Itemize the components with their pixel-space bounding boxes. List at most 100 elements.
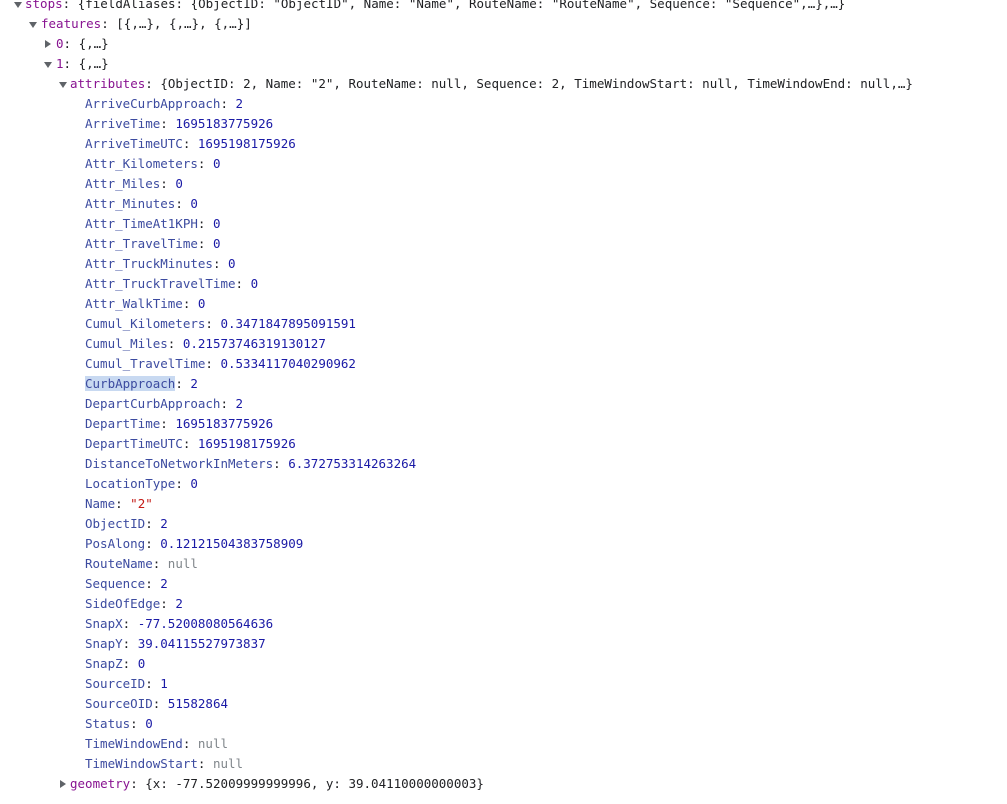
row-content: DepartTimeUTC: 1695198175926 — [85, 436, 296, 451]
property-row[interactable]: Status: 0 — [0, 714, 1007, 734]
row-content: TimeWindowStart: null — [85, 756, 244, 771]
property-row[interactable]: Cumul_Kilometers: 0.3471847895091591 — [0, 314, 1007, 334]
property-key: TimeWindowStart — [85, 756, 198, 771]
property-key: LocationType — [85, 476, 176, 491]
property-value: 2 — [190, 376, 198, 391]
row-content: SnapX: -77.52008080564636 — [85, 616, 274, 631]
property-row[interactable]: ObjectID: 2 — [0, 514, 1007, 534]
row-content: DistanceToNetworkInMeters: 6.37275331426… — [85, 456, 417, 471]
property-key: DepartCurbApproach — [85, 396, 221, 411]
property-row[interactable]: ArriveCurbApproach: 2 — [0, 94, 1007, 114]
property-value: 0.12121504383758909 — [160, 536, 304, 551]
row-content: 0: {,…} — [56, 36, 109, 51]
property-row[interactable]: DistanceToNetworkInMeters: 6.37275331426… — [0, 454, 1007, 474]
property-row[interactable]: ArriveTime: 1695183775926 — [0, 114, 1007, 134]
property-row[interactable]: CurbApproach: 2 — [0, 374, 1007, 394]
property-row[interactable]: Attr_TruckMinutes: 0 — [0, 254, 1007, 274]
property-value: 0 — [137, 656, 146, 671]
property-row[interactable]: SnapX: -77.52008080564636 — [0, 614, 1007, 634]
object-preview: {,…} — [78, 56, 109, 71]
property-row[interactable]: Attr_Miles: 0 — [0, 174, 1007, 194]
property-value: 1695198175926 — [197, 136, 296, 151]
expanded-triangle-icon[interactable] — [27, 14, 39, 34]
collapsed-triangle-icon[interactable] — [57, 774, 69, 794]
property-value: 2 — [235, 396, 244, 411]
property-row[interactable]: Cumul_TravelTime: 0.5334117040290962 — [0, 354, 1007, 374]
property-value: 1695198175926 — [197, 436, 296, 451]
expandable-row[interactable]: stops: {fieldAliases: {ObjectID: "Object… — [0, 0, 1007, 14]
row-content: geometry: {x: -77.52009999999996, y: 39.… — [70, 776, 484, 791]
property-value: 0 — [145, 716, 153, 731]
object-preview: {x: -77.52009999999996, y: 39.0411000000… — [145, 776, 484, 791]
property-row[interactable]: SnapZ: 0 — [0, 654, 1007, 674]
property-row[interactable]: SnapY: 39.04115527973837 — [0, 634, 1007, 654]
property-row[interactable]: SourceID: 1 — [0, 674, 1007, 694]
row-content: ArriveTime: 1695183775926 — [85, 116, 274, 131]
expandable-row[interactable]: attributes: {ObjectID: 2, Name: "2", Rou… — [0, 74, 1007, 94]
property-row[interactable]: Name: "2" — [0, 494, 1007, 514]
property-row[interactable]: TimeWindowStart: null — [0, 754, 1007, 774]
expanded-triangle-icon[interactable] — [42, 54, 54, 74]
property-row[interactable]: LocationType: 0 — [0, 474, 1007, 494]
property-key: attributes — [70, 76, 146, 91]
property-key: Attr_TimeAt1KPH — [85, 216, 198, 231]
property-key: SnapY — [85, 636, 123, 651]
property-value: 2 — [235, 96, 244, 111]
property-key: 1 — [56, 56, 64, 71]
property-row[interactable]: RouteName: null — [0, 554, 1007, 574]
property-key: TimeWindowEnd — [85, 736, 183, 751]
expandable-row[interactable]: 0: {,…} — [0, 34, 1007, 54]
property-key: Attr_Miles — [85, 176, 161, 191]
property-row[interactable]: DepartTime: 1695183775926 — [0, 414, 1007, 434]
property-key: 0 — [56, 36, 64, 51]
collapsed-triangle-icon[interactable] — [42, 34, 54, 54]
property-row[interactable]: PosAlong: 0.12121504383758909 — [0, 534, 1007, 554]
row-content: ObjectID: 2 — [85, 516, 168, 531]
property-value: 0 — [212, 236, 221, 251]
row-content: Cumul_Kilometers: 0.3471847895091591 — [85, 316, 356, 331]
row-content: SourceID: 1 — [85, 676, 168, 691]
property-row[interactable]: Cumul_Miles: 0.21573746319130127 — [0, 334, 1007, 354]
property-value: 0 — [190, 196, 198, 211]
property-value: 1695183775926 — [175, 416, 274, 431]
property-key: Attr_TruckMinutes — [85, 256, 213, 271]
property-row[interactable]: DepartTimeUTC: 1695198175926 — [0, 434, 1007, 454]
expanded-triangle-icon[interactable] — [57, 74, 69, 94]
row-content: Name: "2" — [85, 496, 153, 511]
row-content: Status: 0 — [85, 716, 153, 731]
object-preview: {fieldAliases: {ObjectID: "ObjectID", Na… — [77, 0, 846, 11]
property-row[interactable]: Attr_Kilometers: 0 — [0, 154, 1007, 174]
property-value: 0.21573746319130127 — [182, 336, 326, 351]
row-content: DepartCurbApproach: 2 — [85, 396, 244, 411]
property-value: null — [167, 556, 198, 571]
property-row[interactable]: SideOfEdge: 2 — [0, 594, 1007, 614]
object-preview: [{,…}, {,…}, {,…}] — [116, 16, 252, 31]
property-row[interactable]: Attr_TruckTravelTime: 0 — [0, 274, 1007, 294]
property-row[interactable]: Attr_Minutes: 0 — [0, 194, 1007, 214]
row-content: SnapY: 39.04115527973837 — [85, 636, 266, 651]
property-row[interactable]: Sequence: 2 — [0, 574, 1007, 594]
property-key: ArriveTime — [85, 116, 161, 131]
json-tree-view: stops: {fieldAliases: {ObjectID: "Object… — [0, 0, 1007, 794]
property-row[interactable]: DepartCurbApproach: 2 — [0, 394, 1007, 414]
property-value: 1 — [160, 676, 168, 691]
property-row[interactable]: SourceOID: 51582864 — [0, 694, 1007, 714]
object-preview: {ObjectID: 2, Name: "2", RouteName: null… — [160, 76, 913, 91]
property-row[interactable]: TimeWindowEnd: null — [0, 734, 1007, 754]
property-row[interactable]: ArriveTimeUTC: 1695198175926 — [0, 134, 1007, 154]
property-value: 0 — [212, 216, 221, 231]
property-row[interactable]: Attr_TravelTime: 0 — [0, 234, 1007, 254]
property-value: 0 — [197, 296, 206, 311]
property-value: 0 — [175, 176, 183, 191]
expandable-row[interactable]: 1: {,…} — [0, 54, 1007, 74]
expanded-triangle-icon[interactable] — [12, 0, 24, 14]
property-key: ArriveCurbApproach — [85, 96, 221, 111]
property-key: Attr_Minutes — [85, 196, 176, 211]
row-content: DepartTime: 1695183775926 — [85, 416, 274, 431]
expandable-row[interactable]: geometry: {x: -77.52009999999996, y: 39.… — [0, 774, 1007, 794]
row-content: RouteName: null — [85, 556, 198, 571]
expandable-row[interactable]: features: [{,…}, {,…}, {,…}] — [0, 14, 1007, 34]
property-key: RouteName — [85, 556, 153, 571]
property-row[interactable]: Attr_TimeAt1KPH: 0 — [0, 214, 1007, 234]
property-row[interactable]: Attr_WalkTime: 0 — [0, 294, 1007, 314]
